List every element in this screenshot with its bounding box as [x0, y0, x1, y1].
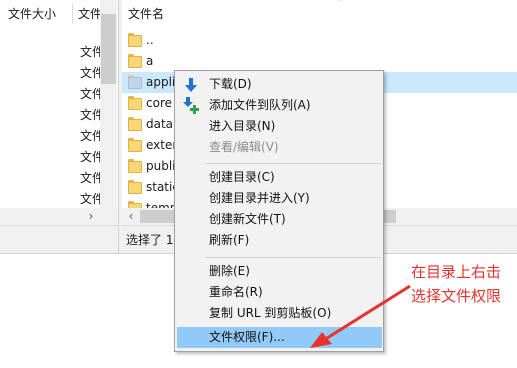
file-name: .. — [146, 33, 154, 47]
selection-status: 选择了 1 — [126, 233, 174, 247]
scroll-left-icon[interactable]: ‹ — [124, 208, 138, 225]
local-file-list: 文件 文件 文件 文件 文件 文件 文件 文件 — [0, 42, 100, 210]
menu-separator — [205, 257, 381, 258]
menu-item-view-edit: 查看/编辑(V) — [209, 140, 279, 154]
menu-item-download[interactable]: 下载(D) — [177, 74, 382, 95]
file-name: appli — [146, 75, 176, 89]
folder-icon — [128, 159, 142, 173]
local-file-pane: 文件大小 文件 文件 文件 文件 文件 文件 文件 文件 文件 › — [0, 0, 118, 253]
list-item[interactable]: 文件 — [0, 147, 100, 168]
column-header-filename[interactable]: 文件名 — [128, 0, 164, 28]
column-header-bar: 文件名 ⌃ — [122, 0, 517, 28]
column-header-file-type[interactable]: 文件 — [78, 0, 102, 28]
menu-item-refresh[interactable]: 刷新(F) — [177, 230, 382, 251]
scroll-right-icon[interactable]: › — [84, 208, 98, 225]
column-separator[interactable] — [72, 4, 73, 24]
annotation-text: 在目录上右击 选择文件权限 — [400, 260, 512, 308]
file-name: a — [146, 54, 154, 68]
column-header-file-size[interactable]: 文件大小 — [8, 0, 72, 28]
file-name: data — [146, 117, 174, 131]
list-item[interactable]: 文件 — [0, 168, 100, 189]
menu-item-add-to-queue[interactable]: 添加文件到队列(A) — [177, 95, 382, 116]
annotation-line-1: 在目录上右击 — [410, 263, 501, 281]
menu-item-delete[interactable]: 删除(E) — [177, 261, 382, 282]
file-name: core — [146, 96, 172, 110]
table-row[interactable]: .. — [122, 30, 517, 51]
list-item[interactable]: 文件 — [0, 105, 100, 126]
table-row[interactable]: a — [122, 51, 517, 72]
file-name: exter — [146, 138, 178, 152]
menu-separator — [205, 163, 381, 164]
list-item[interactable]: 文件 — [0, 189, 100, 210]
folder-icon — [128, 54, 142, 68]
file-name: publi — [146, 159, 176, 173]
download-arrow-icon — [185, 78, 197, 92]
menu-item-create-new-file[interactable]: 创建新文件(T) — [177, 209, 382, 230]
scrollbar-thumb[interactable] — [101, 14, 116, 84]
list-item[interactable]: 文件 — [0, 42, 100, 63]
annotation-line-2: 选择文件权限 — [410, 287, 501, 305]
folder-icon — [128, 180, 142, 194]
menu-item-create-directory[interactable]: 创建目录(C) — [177, 167, 382, 188]
folder-icon — [128, 138, 142, 152]
add-to-queue-icon — [183, 97, 199, 114]
sort-chevron-icon: ⌃ — [336, 0, 344, 8]
folder-icon — [128, 117, 142, 131]
folder-icon — [128, 75, 142, 89]
list-item[interactable]: 文件 — [0, 63, 100, 84]
menu-item-create-directory-and-enter[interactable]: 创建目录并进入(Y) — [177, 188, 382, 209]
menu-item-enter-directory[interactable]: 进入目录(N) — [177, 116, 382, 137]
list-item[interactable]: 文件 — [0, 126, 100, 147]
horizontal-scrollbar[interactable] — [0, 208, 118, 225]
folder-icon — [128, 96, 142, 110]
folder-icon — [128, 33, 142, 47]
list-item[interactable]: 文件 — [0, 84, 100, 105]
local-status-bar — [0, 225, 118, 253]
